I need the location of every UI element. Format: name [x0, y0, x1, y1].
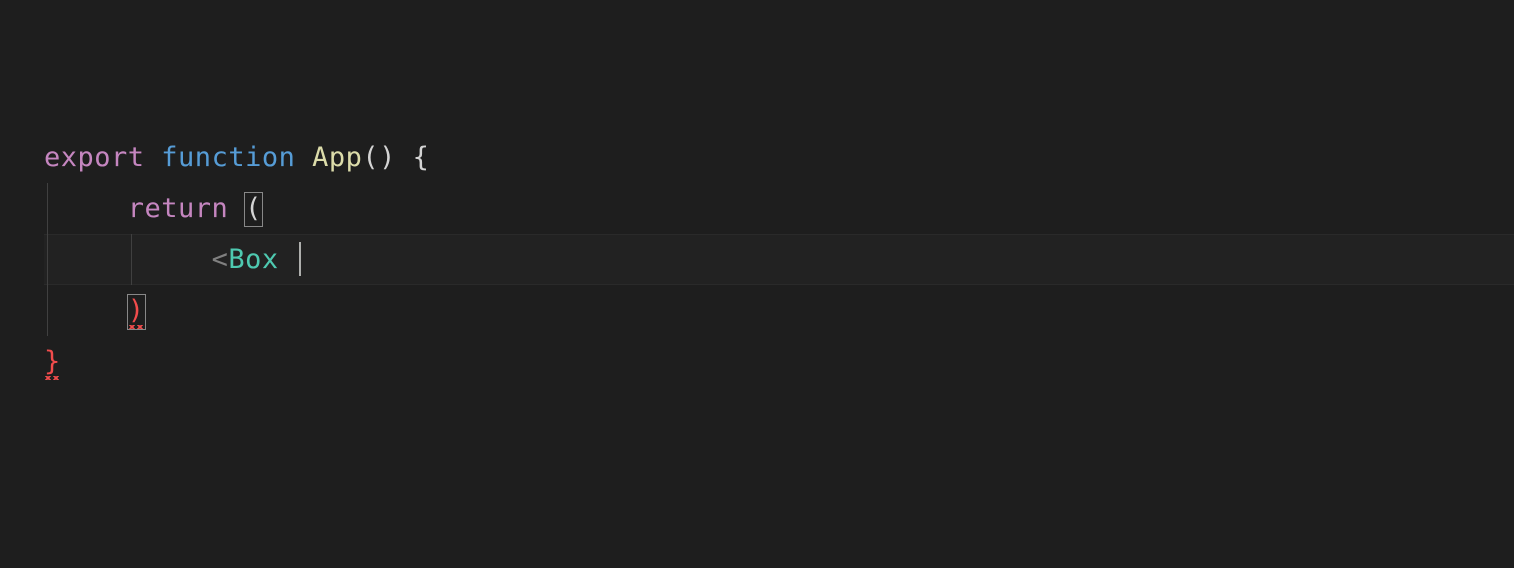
- code-token: return: [128, 193, 245, 224]
- code-editor[interactable]: export function App() { return ( <Box )}: [0, 0, 1514, 568]
- indent-guide: [47, 285, 48, 336]
- code-line[interactable]: ): [44, 285, 1514, 336]
- indent-guide: [131, 234, 132, 285]
- text-cursor: [299, 242, 301, 276]
- indent-space: [44, 295, 128, 326]
- code-line[interactable]: <Box: [44, 234, 1514, 285]
- code-line[interactable]: return (: [44, 183, 1514, 234]
- code-token: ): [127, 294, 146, 330]
- code-token: () {: [362, 142, 429, 173]
- code-token: }: [44, 346, 61, 380]
- code-token: (: [244, 192, 263, 227]
- code-token: <: [212, 244, 229, 275]
- code-token: Box: [228, 244, 295, 275]
- code-line[interactable]: export function App() {: [44, 132, 1514, 183]
- indent-space: [44, 244, 212, 275]
- indent-space: [44, 193, 128, 224]
- indent-guide: [47, 234, 48, 285]
- code-token: export: [44, 142, 161, 173]
- indent-guide: [47, 183, 48, 234]
- code-token: App: [312, 142, 362, 173]
- code-line[interactable]: }: [44, 336, 1514, 387]
- code-token: function: [161, 142, 312, 173]
